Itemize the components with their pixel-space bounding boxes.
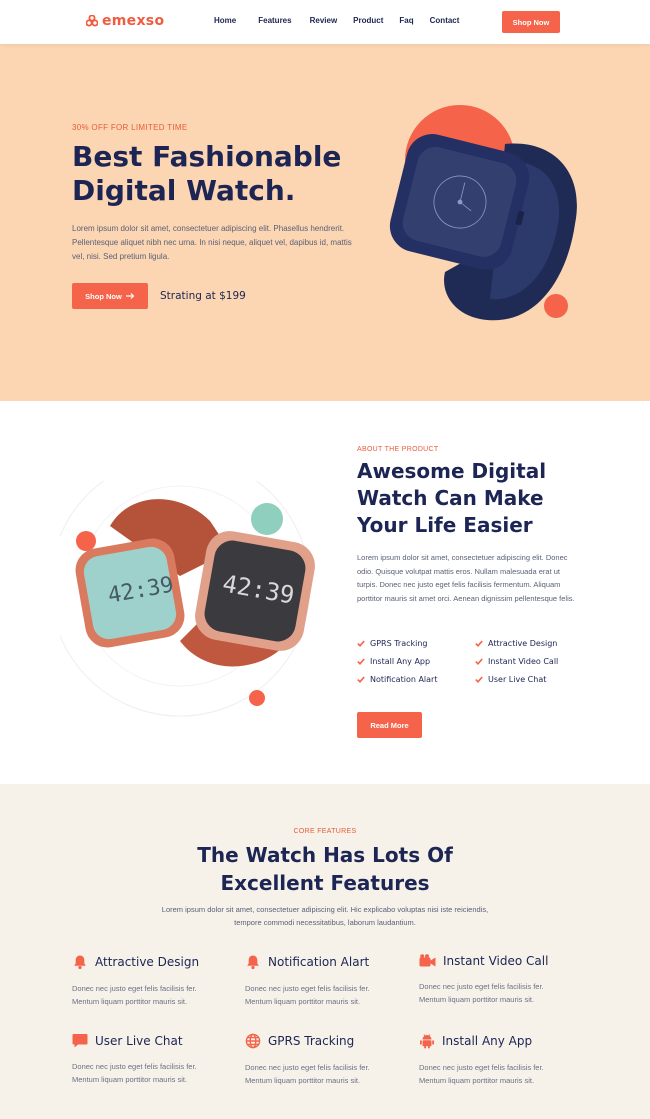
check-icon xyxy=(475,676,483,683)
feature-card-install-any-app: Install Any App Donec nec justo eget fel… xyxy=(419,1033,589,1087)
feature-card-title: Attractive Design xyxy=(95,955,200,969)
list-item: Instant Video Call xyxy=(475,657,593,666)
features-title: The Watch Has Lots Of Excellent Features xyxy=(197,843,453,895)
feature-label: Install Any App xyxy=(370,657,431,666)
list-item: User Live Chat xyxy=(475,675,593,684)
feature-card-title: GPRS Tracking xyxy=(268,1034,355,1048)
shop-now-hero-button[interactable]: Shop Now xyxy=(72,283,148,309)
about-description: Lorem ipsum dolor sit amet, consectetuer… xyxy=(357,553,575,604)
hero-price: Strating at $199 xyxy=(160,290,246,302)
teal-dot-decoration xyxy=(251,503,283,535)
dual-watch-image: 42:39 42:39 xyxy=(60,481,315,717)
check-icon xyxy=(357,658,365,665)
list-item: Attractive Design xyxy=(475,639,593,648)
features-eyebrow: CORE FEATURES xyxy=(293,828,357,835)
feature-card-text: Donec nec justo eget felis facilisis fer… xyxy=(419,1063,544,1085)
android-icon xyxy=(420,1034,434,1049)
nav-link-features[interactable]: Features xyxy=(258,16,291,25)
list-item: Notification Alart xyxy=(357,675,475,684)
orange-dot-bottom-decoration xyxy=(249,690,265,706)
features-section: CORE FEATURES The Watch Has Lots Of Exce… xyxy=(0,784,650,1119)
feature-card-title: Install Any App xyxy=(442,1034,533,1048)
feature-label: User Live Chat xyxy=(488,675,547,684)
nav-link-contact[interactable]: Contact xyxy=(430,16,460,25)
feature-card-user-live-chat: User Live Chat Donec nec justo eget feli… xyxy=(72,1033,242,1086)
nav-link-home[interactable]: Home xyxy=(214,16,236,25)
feature-card-gprs-tracking: GPRS Tracking Donec nec justo eget felis… xyxy=(245,1033,415,1087)
feature-label: Notification Alart xyxy=(370,675,438,684)
logo-mark-icon xyxy=(86,15,98,27)
video-camera-icon xyxy=(419,954,436,967)
smartwatch-image xyxy=(389,105,577,321)
hero-eyebrow: 30% OFF FOR LIMITED TIME xyxy=(72,123,188,132)
nav-link-review[interactable]: Review xyxy=(310,16,338,25)
check-icon xyxy=(475,658,483,665)
feature-card-text: Donec nec justo eget felis facilisis fer… xyxy=(72,984,197,1006)
feature-card-instant-video-call: Instant Video Call Donec nec justo eget … xyxy=(419,954,589,1006)
feature-card-attractive-design: Attractive Design Donec nec justo eget f… xyxy=(72,954,242,1008)
feature-card-title: User Live Chat xyxy=(95,1033,183,1048)
feature-card-text: Donec nec justo eget felis facilisis fer… xyxy=(72,1062,197,1084)
bell-icon xyxy=(74,955,86,970)
feature-card-title: Instant Video Call xyxy=(443,954,549,968)
orange-dot-decoration xyxy=(544,294,568,318)
shop-now-nav-button[interactable]: Shop Now xyxy=(502,11,560,33)
shop-now-label: Shop Now xyxy=(85,291,122,301)
feature-label: Instant Video Call xyxy=(488,657,559,666)
feature-card-title: Notification Alart xyxy=(268,955,370,969)
check-icon xyxy=(357,676,365,683)
feature-card-text: Donec nec justo eget felis facilisis fer… xyxy=(419,982,544,1004)
nav-link-faq[interactable]: Faq xyxy=(399,16,413,25)
about-section: 42:39 42:39 ABOUT THE PRODUCT Awesome Di… xyxy=(0,401,650,784)
about-eyebrow: ABOUT THE PRODUCT xyxy=(357,446,439,453)
read-more-button[interactable]: Read More xyxy=(357,712,422,738)
list-item: Install Any App xyxy=(357,657,475,666)
nav-link-product[interactable]: Product xyxy=(353,16,383,25)
feature-label: GPRS Tracking xyxy=(370,639,428,648)
about-feature-list: GPRS Tracking Attractive Design Install … xyxy=(357,639,597,684)
arrow-right-icon xyxy=(125,293,135,299)
check-icon xyxy=(357,640,365,647)
logo-text: emexso xyxy=(102,13,165,29)
hero-title: Best Fashionable Digital Watch. xyxy=(72,140,342,207)
logo[interactable]: emexso xyxy=(86,13,164,29)
nav-menu: Home Features Review Product Faq Contact xyxy=(214,16,459,25)
check-icon xyxy=(475,640,483,647)
hero-section: 30% OFF FOR LIMITED TIME Best Fashionabl… xyxy=(0,44,650,401)
chat-bubble-icon xyxy=(72,1034,88,1048)
features-description: Lorem ipsum dolor sit amet, consectetuer… xyxy=(161,905,489,927)
list-item: GPRS Tracking xyxy=(357,639,475,648)
globe-icon xyxy=(245,1033,261,1049)
feature-card-text: Donec nec justo eget felis facilisis fer… xyxy=(245,984,370,1006)
top-navbar: emexso Home Features Review Product Faq … xyxy=(0,0,650,44)
orange-dot-left-decoration xyxy=(76,531,96,551)
feature-card-text: Donec nec justo eget felis facilisis fer… xyxy=(245,1063,370,1085)
feature-card-notification-alart: Notification Alart Donec nec justo eget … xyxy=(245,954,415,1008)
hero-description: Lorem ipsum dolor sit amet, consectetuer… xyxy=(72,224,352,261)
bell-icon xyxy=(247,955,259,970)
about-title: Awesome Digital Watch Can Make Your Life… xyxy=(357,459,547,537)
feature-label: Attractive Design xyxy=(488,639,558,648)
